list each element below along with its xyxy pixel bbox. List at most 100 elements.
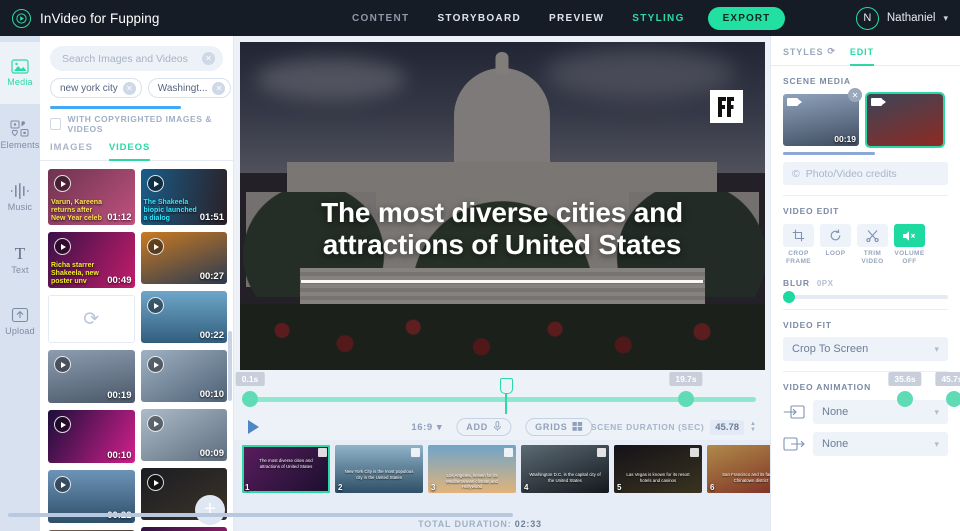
crop-frame-button[interactable]: CROP FRAME — [783, 224, 814, 266]
play-icon — [146, 238, 164, 255]
copyright-toggle-row[interactable]: WITH COPYRIGHTED IMAGES & VIDEOS — [40, 109, 233, 134]
search-chip[interactable]: new york city ✕ — [50, 78, 142, 98]
thumb-duration: 00:22 — [199, 330, 224, 341]
blur-slider[interactable] — [783, 291, 948, 304]
media-thumbnail[interactable]: 00:27 — [140, 232, 227, 284]
remove-media-icon[interactable]: ✕ — [848, 88, 862, 102]
play-icon[interactable] — [248, 420, 259, 434]
scene-thumbnail[interactable]: Washington D.C. is the capital city of t… — [521, 445, 609, 493]
rail-item-elements[interactable]: Elements — [0, 104, 40, 166]
scene-duration-value[interactable]: 45.78 — [710, 419, 745, 435]
scene-timeline[interactable]: 0.1s 19.7s 35.6s 45.7s — [234, 370, 960, 414]
duplicate-scene-icon[interactable] — [411, 448, 420, 457]
timeline-marker: 35.6s — [888, 372, 922, 386]
editor-body: Media Elements Music T Text Upload Searc… — [0, 36, 960, 531]
refresh-results-tile[interactable]: ⟳ — [48, 295, 135, 343]
video-animation-section: VIDEO ANIMATION None ▾ None ▾ — [771, 372, 960, 457]
media-thumbnail[interactable]: 00:10 — [140, 350, 227, 402]
rail-item-media[interactable]: Media — [0, 42, 40, 104]
scene-thumbnail[interactable]: New York City is the most populous city … — [335, 445, 423, 493]
animation-in-select[interactable]: None ▾ — [813, 400, 948, 425]
animation-out-select[interactable]: None ▾ — [813, 432, 948, 457]
add-button[interactable]: ADD — [456, 418, 512, 436]
search-input[interactable] — [62, 52, 202, 65]
play-icon — [146, 474, 164, 491]
chip-label: new york city — [60, 82, 118, 94]
play-icon — [54, 356, 71, 373]
scene-thumbnail[interactable]: Las Vegas is known for its resort hotels… — [614, 445, 702, 493]
blur-slider-knob[interactable] — [783, 291, 795, 304]
grids-button[interactable]: GRIDS — [525, 418, 593, 436]
rail-item-music[interactable]: Music — [0, 166, 40, 228]
thumb-duration: 01:12 — [107, 212, 132, 223]
trim-video-button[interactable]: TRIM VIDEO — [857, 224, 888, 266]
media-thumbnail[interactable]: Varun, Kareena returns after New Year ce… — [48, 169, 135, 225]
remove-chip-icon[interactable]: ✕ — [212, 81, 226, 95]
canvas-title[interactable]: The most diverse cities and attractions … — [240, 197, 765, 283]
search-chip[interactable]: Washingt... ✕ — [147, 78, 232, 98]
copyright-checkbox[interactable] — [50, 118, 61, 130]
scene-duration-control[interactable]: SCENE DURATION (SEC) 45.78 ▲ ▼ — [590, 419, 756, 435]
stepper-icon[interactable]: ▲ ▼ — [750, 421, 756, 433]
video-canvas[interactable]: The most diverse cities and attractions … — [239, 42, 765, 370]
user-name: Nathaniel — [886, 12, 936, 24]
timeline-handle-mid2[interactable] — [897, 391, 913, 407]
nav-storyboard[interactable]: STORYBOARD — [423, 13, 535, 24]
media-thumbnail[interactable]: 00:10 — [48, 410, 135, 463]
clear-search-icon[interactable]: ✕ — [202, 52, 215, 65]
nav-styling[interactable]: STYLING — [618, 13, 698, 24]
properties-panel: STYLES ⟳ EDIT SCENE MEDIA 00:19 ✕ © Phot… — [770, 36, 960, 531]
scene-number: 2 — [338, 483, 343, 492]
scene-text: The most diverse cities and attractions … — [259, 458, 313, 469]
timeline-handle-end[interactable] — [946, 391, 960, 407]
scene-strip-scrollbar[interactable] — [8, 513, 513, 517]
media-scrollbar[interactable] — [783, 152, 875, 155]
duplicate-scene-icon[interactable] — [597, 448, 606, 457]
rail-item-upload[interactable]: Upload — [0, 290, 40, 352]
duplicate-scene-icon[interactable] — [504, 448, 513, 457]
timeline-handle-start[interactable] — [242, 391, 258, 407]
search-box[interactable]: ✕ — [50, 46, 223, 71]
remove-chip-icon[interactable]: ✕ — [122, 81, 136, 95]
loop-button[interactable]: LOOP — [820, 224, 851, 266]
export-button[interactable]: EXPORT — [707, 6, 786, 30]
total-duration-label: TOTAL DURATION: — [418, 519, 512, 529]
tab-styles[interactable]: STYLES ⟳ — [783, 46, 836, 66]
media-thumbnail[interactable]: 00:22 — [140, 291, 227, 343]
photo-video-credits[interactable]: © Photo/Video credits — [783, 162, 948, 185]
nav-preview[interactable]: PREVIEW — [535, 13, 618, 24]
media-thumbnail[interactable]: The Shakeela biopic launched a dialog 01… — [140, 169, 227, 225]
media-thumbnail[interactable]: Richa starrer Shakeela, new poster unv 0… — [48, 232, 135, 288]
volume-off-button[interactable]: VOLUME OFF — [894, 224, 925, 266]
video-icon — [787, 98, 802, 106]
duplicate-scene-icon[interactable] — [318, 448, 327, 457]
scene-duration-label: SCENE DURATION (SEC) — [590, 422, 705, 432]
panel-scrollbar[interactable] — [228, 331, 232, 401]
copyright-label: WITH COPYRIGHTED IMAGES & VIDEOS — [67, 114, 213, 134]
tab-edit[interactable]: EDIT — [849, 46, 874, 66]
scene-media-item[interactable] — [865, 92, 945, 148]
rail-item-text[interactable]: T Text — [0, 228, 40, 290]
watermark-logo-icon[interactable] — [709, 90, 743, 123]
duplicate-scene-icon[interactable] — [690, 448, 699, 457]
scene-thumbnail[interactable]: The most diverse cities and attractions … — [242, 445, 330, 493]
scene-number: 3 — [431, 483, 436, 492]
video-edit-label: VIDEO EDIT — [783, 206, 840, 216]
media-thumbnail[interactable]: 00:19 — [48, 350, 135, 403]
scene-media-item[interactable]: 00:19 — [783, 94, 859, 146]
results-column-right: The Shakeela biopic launched a dialog 01… — [140, 169, 227, 531]
video-fit-select[interactable]: Crop To Screen ▾ — [783, 337, 948, 362]
media-thumbnail[interactable]: 00:09 — [140, 409, 227, 461]
scene-thumbnail[interactable]: Los Angeles, known for its Mediterranean… — [428, 445, 516, 493]
tab-videos[interactable]: VIDEOS — [108, 142, 151, 161]
tab-images[interactable]: IMAGES — [50, 142, 93, 161]
scene-thumbnail[interactable]: San Francisco and its famous Chinatown d… — [707, 445, 770, 493]
aspect-ratio-selector[interactable]: 16:9 ▾ — [411, 422, 442, 433]
brand[interactable]: InVideo for Fupping — [0, 8, 159, 28]
playhead[interactable] — [501, 378, 511, 414]
timeline-handle-mid1[interactable] — [678, 391, 694, 407]
user-menu[interactable]: N Nathaniel ▾ — [855, 6, 948, 30]
refresh-icon[interactable]: ⟳ — [827, 46, 835, 57]
nav-content[interactable]: CONTENT — [338, 13, 423, 24]
timeline-marker: 0.1s — [235, 372, 265, 386]
